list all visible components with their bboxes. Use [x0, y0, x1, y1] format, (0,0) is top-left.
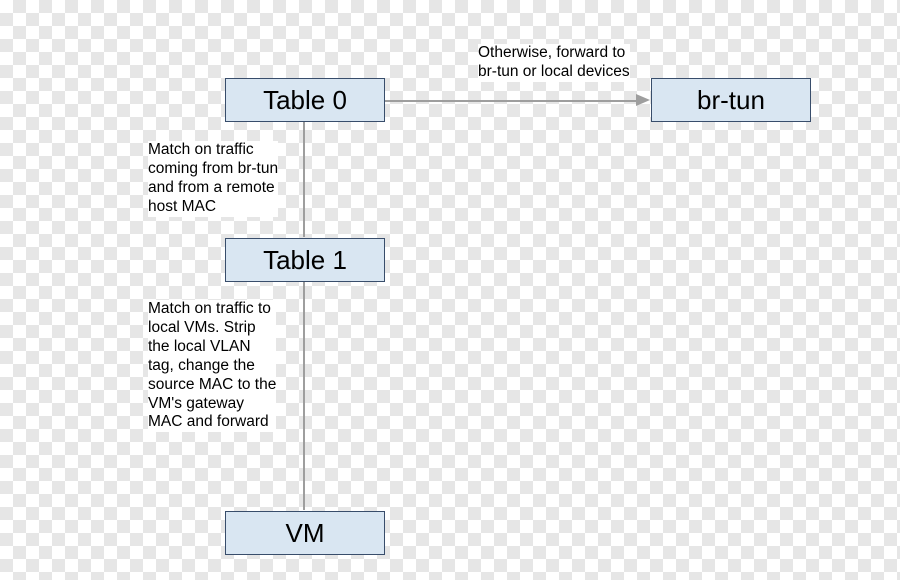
edge-table0-brtun — [385, 100, 640, 102]
node-vm: VM — [225, 511, 385, 555]
edge-table0-table1 — [303, 122, 305, 237]
node-brtun: br-tun — [651, 78, 811, 122]
edge-table0-brtun-arrow — [636, 94, 650, 106]
node-vm-label: VM — [286, 518, 325, 549]
edge-table1-vm — [303, 282, 305, 510]
node-table1-label: Table 1 — [263, 245, 347, 276]
node-table0-label: Table 0 — [263, 85, 347, 116]
edge-label-table0-brtun: Otherwise, forward to br-tun or local de… — [478, 44, 630, 82]
node-table0: Table 0 — [225, 78, 385, 122]
diagram-canvas: Table 0 br-tun Table 1 VM Otherwise, for… — [0, 0, 900, 580]
edge-label-table1-vm: Match on traffic to local VMs. Strip the… — [148, 300, 276, 432]
node-table1: Table 1 — [225, 238, 385, 282]
node-brtun-label: br-tun — [697, 85, 765, 116]
edge-label-table0-table1: Match on traffic coming from br-tun and … — [148, 141, 278, 217]
